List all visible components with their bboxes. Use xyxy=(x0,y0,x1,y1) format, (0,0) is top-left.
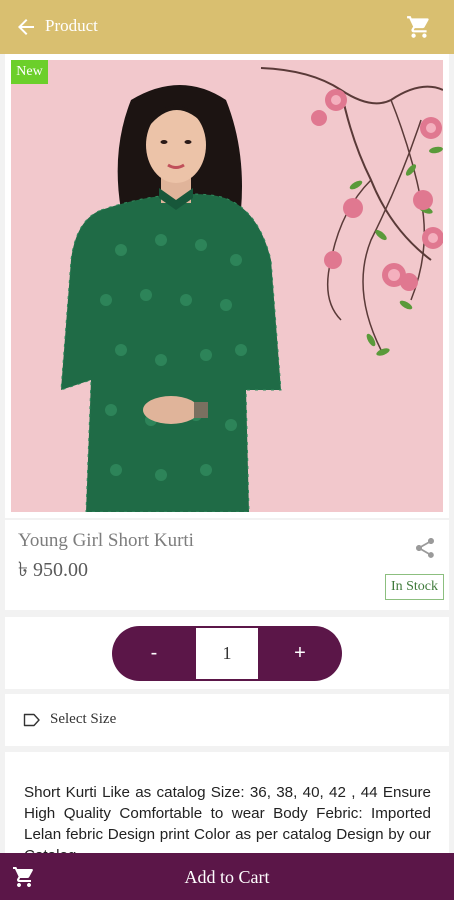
share-icon[interactable] xyxy=(413,536,437,560)
product-name: Young Girl Short Kurti xyxy=(18,530,194,551)
quantity-card: - 1 + xyxy=(5,617,449,689)
tag-icon xyxy=(23,713,40,727)
quantity-value: 1 xyxy=(196,626,258,681)
decrease-quantity-button[interactable]: - xyxy=(112,626,196,681)
increase-quantity-button[interactable]: + xyxy=(258,626,342,681)
product-photo[interactable]: New xyxy=(11,60,443,512)
product-photo-illustration xyxy=(11,60,443,512)
product-image-card: New xyxy=(5,54,449,518)
product-price: ৳ 950.00 xyxy=(18,559,88,581)
back-arrow-icon[interactable] xyxy=(14,15,38,39)
add-to-cart-button[interactable]: Add to Cart xyxy=(0,867,454,888)
select-size-row[interactable]: Select Size xyxy=(5,694,449,746)
app-bar: Product xyxy=(0,0,454,54)
quantity-stepper: - 1 + xyxy=(112,626,342,681)
product-info-card: Young Girl Short Kurti ৳ 950.00 In Stock xyxy=(5,520,449,610)
select-size-label: Select Size xyxy=(50,711,117,727)
new-badge: New xyxy=(11,60,48,84)
stock-badge: In Stock xyxy=(384,574,444,600)
cart-icon[interactable] xyxy=(406,14,432,40)
page-title: Product xyxy=(45,16,98,35)
add-to-cart-bar[interactable]: Add to Cart xyxy=(0,853,454,900)
